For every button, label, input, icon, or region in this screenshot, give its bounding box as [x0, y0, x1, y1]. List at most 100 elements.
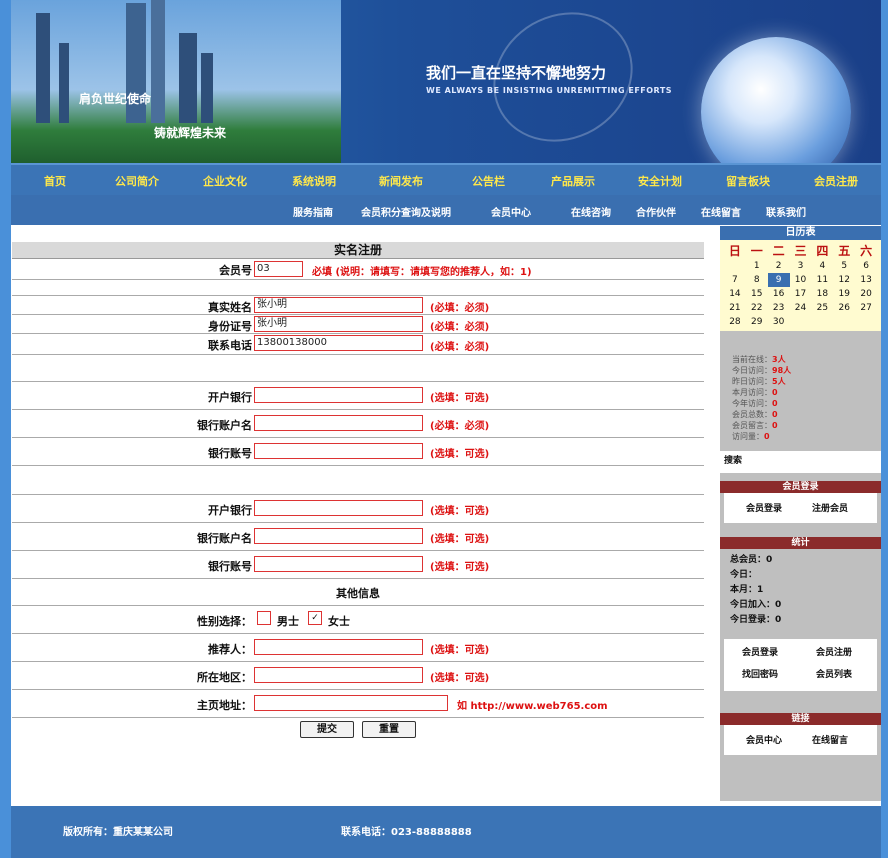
form-row-gender: 性别选择： 男士 ✓ 女士	[12, 606, 704, 634]
calendar-day[interactable]: 14	[724, 287, 746, 301]
calendar-day[interactable]: 15	[746, 287, 768, 301]
site-hint: 如 http://www.web765.com	[457, 701, 608, 712]
calendar-day[interactable]: 4	[811, 259, 833, 273]
stats-link[interactable]: 会员登录	[742, 645, 778, 658]
calendar-day[interactable]: 5	[833, 259, 855, 273]
stat-label: 会员留言：	[732, 421, 772, 430]
calendar-day[interactable]: 25	[811, 301, 833, 315]
sidebar-link[interactable]: 在线留言	[812, 733, 848, 746]
account-name-input[interactable]	[254, 415, 423, 431]
stats-link[interactable]: 会员注册	[816, 645, 852, 658]
calendar-day[interactable]: 16	[768, 287, 790, 301]
weekday-label: 一	[750, 244, 763, 258]
stats-lines: 总会员：0 今日： 本月：1 今日加入：0 今日登录：0	[730, 553, 781, 628]
nav-item[interactable]: 新闻发布	[379, 173, 423, 189]
field-label: 真实姓名	[208, 301, 252, 314]
submit-button[interactable]: 提交	[300, 721, 354, 738]
calendar-day[interactable]: 1	[746, 259, 768, 273]
stat-label: 今日访问：	[732, 366, 772, 375]
form-row: 所在地区： (选填：可选)	[12, 662, 704, 690]
banner-motto-1: 肩负世纪使命	[79, 92, 152, 106]
stat-label: 昨日访问：	[732, 377, 772, 386]
calendar-day[interactable]: 28	[724, 315, 746, 329]
nav-item[interactable]: 会员注册	[814, 173, 858, 189]
stat-label: 本月访问：	[732, 388, 772, 397]
bank-account-input[interactable]	[254, 443, 423, 459]
subnav-item[interactable]: 在线咨询	[571, 204, 611, 219]
calendar-day[interactable]: 7	[724, 273, 746, 287]
subnav-item[interactable]: 在线留言	[701, 204, 741, 219]
calendar-day[interactable]: 23	[768, 301, 790, 315]
calendar-day[interactable]: 11	[811, 273, 833, 287]
calendar-day[interactable]: 22	[746, 301, 768, 315]
calendar-day[interactable]: 12	[833, 273, 855, 287]
reset-button[interactable]: 重置	[362, 721, 416, 738]
nav-item[interactable]: 留言板块	[726, 173, 770, 189]
stats-line: 今日登录：0	[730, 615, 782, 625]
bank2-input[interactable]	[254, 500, 423, 516]
calendar-day[interactable]: 20	[855, 287, 877, 301]
calendar-day[interactable]: 9	[767, 273, 790, 287]
form-title: 实名注册	[12, 242, 704, 259]
referrer-input[interactable]	[254, 639, 423, 655]
form-row: 银行账户名 (必填：必须)	[12, 410, 704, 438]
calendar-day[interactable]: 13	[855, 273, 877, 287]
calendar-day[interactable]: 6	[855, 259, 877, 273]
name-input[interactable]: 张小明	[254, 297, 423, 313]
stat-row: 昨日访问：5人	[732, 376, 869, 387]
sidebar-link[interactable]: 会员中心	[746, 733, 782, 746]
id-input[interactable]: 张小明	[254, 316, 423, 332]
calendar-day[interactable]: 26	[833, 301, 855, 315]
calendar-day[interactable]: 21	[724, 301, 746, 315]
weekday-label: 五	[838, 244, 851, 258]
nav-item[interactable]: 公告栏	[472, 173, 505, 189]
calendar-day[interactable]: 18	[811, 287, 833, 301]
calendar-day[interactable]: 10	[790, 273, 812, 287]
nav-item[interactable]: 首页	[44, 173, 66, 189]
gender-male-checkbox[interactable]	[257, 611, 271, 625]
nav-item[interactable]: 公司简介	[115, 173, 159, 189]
calendar-day[interactable]: 27	[855, 301, 877, 315]
weekday-label: 日	[728, 244, 741, 258]
stat-value: 98人	[772, 366, 792, 375]
calendar-day[interactable]: 29	[746, 315, 768, 329]
homepage-input[interactable]	[254, 695, 448, 711]
member-register-link[interactable]: 注册会员	[812, 501, 848, 514]
gender-female-checkbox[interactable]: ✓	[308, 611, 322, 625]
account-input[interactable]: 03	[254, 261, 303, 277]
subnav-item[interactable]: 合作伙伴	[636, 204, 676, 219]
stats-line: 今日加入：0	[730, 600, 782, 610]
stat-value: 5人	[772, 377, 786, 386]
nav-item[interactable]: 系统说明	[292, 173, 336, 189]
nav-item[interactable]: 产品展示	[551, 173, 595, 189]
bank-input[interactable]	[254, 387, 423, 403]
sidebar-search[interactable]: 搜索	[720, 451, 881, 473]
right-sidebar: 日历表 日 一 二 三 四 五 六 1 2 3 4 5 6 7 8 9 10 11 12 13 14 15 1…	[720, 226, 881, 801]
subnav-item[interactable]: 会员积分查询及说明	[361, 204, 451, 219]
calendar-day[interactable]: 3	[790, 259, 812, 273]
phone-input[interactable]: 13800138000	[254, 335, 423, 351]
nav-item[interactable]: 安全计划	[638, 173, 682, 189]
calendar-day[interactable]: 30	[768, 315, 790, 329]
stat-row: 访问量：0	[732, 431, 869, 442]
stats-link[interactable]: 会员列表	[816, 667, 852, 680]
site-label: 主页地址：	[197, 699, 252, 712]
calendar: 日 一 二 三 四 五 六 1 2 3 4 5 6 7 8 9 10 11 12 13 14 15 16 17 1…	[720, 240, 881, 331]
links-box: 会员中心 在线留言	[724, 725, 877, 755]
nav-item[interactable]: 企业文化	[203, 173, 247, 189]
calendar-day[interactable]: 24	[790, 301, 812, 315]
subnav-item[interactable]: 服务指南	[293, 204, 333, 219]
region-input[interactable]	[254, 667, 423, 683]
form-row: 真实姓名 张小明 (必填：必须)	[12, 296, 704, 315]
stats-link[interactable]: 找回密码	[742, 667, 778, 680]
member-login-link[interactable]: 会员登录	[746, 501, 782, 514]
calendar-day[interactable]: 19	[833, 287, 855, 301]
bank-account2-input[interactable]	[254, 556, 423, 572]
calendar-day[interactable]: 8	[746, 273, 768, 287]
calendar-day[interactable]: 2	[768, 259, 790, 273]
section-label: 其他信息	[336, 587, 380, 600]
account-name2-input[interactable]	[254, 528, 423, 544]
calendar-day[interactable]: 17	[790, 287, 812, 301]
subnav-item[interactable]: 会员中心	[491, 204, 531, 219]
subnav-item[interactable]: 联系我们	[766, 204, 806, 219]
